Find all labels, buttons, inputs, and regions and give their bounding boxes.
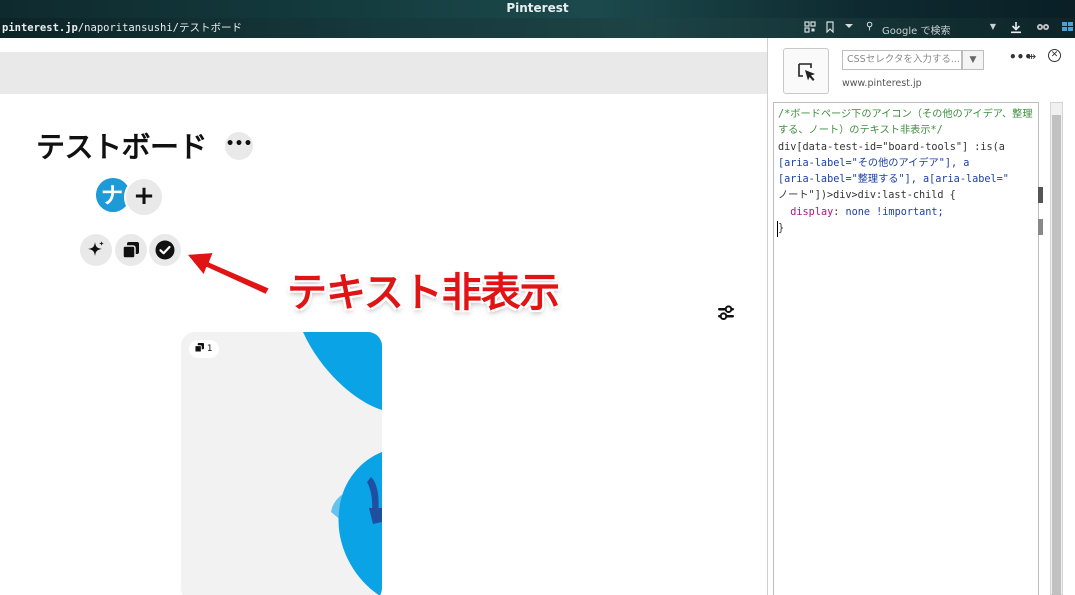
annotation-label: テキスト非表示: [287, 270, 560, 316]
pin-count: 1: [206, 344, 213, 354]
window-titlebar: Pinterest: [0, 0, 1075, 18]
add-collaborator-button[interactable]: +: [124, 177, 164, 217]
annotation-arrow: [185, 251, 271, 296]
filter-button[interactable]: [714, 301, 738, 325]
pin-card[interactable]: 1: [181, 332, 382, 595]
search-dropdown-icon[interactable]: ▼: [990, 22, 996, 31]
vertical-scrollbar[interactable]: [1050, 102, 1063, 595]
board-more-button[interactable]: •••: [225, 132, 253, 160]
selector-dropdown-button[interactable]: ▼: [962, 50, 984, 70]
pinterest-page: テストボード ••• ナ + テキスト非表示 1: [0, 38, 767, 595]
notes-button[interactable]: [149, 234, 181, 266]
page-header-band: [0, 52, 767, 94]
sparkle-icon: [88, 241, 104, 256]
url-host: pinterest.jp: [2, 22, 78, 34]
window-title: Pinterest: [506, 1, 569, 15]
apps-grid-icon[interactable]: [1061, 21, 1075, 35]
code-close-brace: }: [777, 221, 784, 238]
bookmark-icon[interactable]: [823, 21, 837, 35]
organize-button[interactable]: [115, 234, 147, 266]
pin-count-badge: 1: [189, 340, 219, 358]
browser-toolbar: pinterest.jp/naporitansushi/テストボード ⚲ Goo…: [0, 18, 1075, 38]
code-property: display: [790, 206, 834, 218]
css-editor-panel: CSSセレクタを入力する... ▼ www.pinterest.jp ••• ⇹…: [767, 38, 1075, 595]
page-title: テストボード: [36, 130, 208, 164]
avatar-initial: ナ: [101, 184, 123, 209]
pin-image: [181, 332, 382, 595]
code-line-1: div[data-test-id="board-tools"] :is(a: [778, 141, 1005, 153]
search-box[interactable]: ⚲ Google で検索 ▼: [862, 20, 998, 37]
code-comment: /*ボードページ下のアイコン（その他のアイデア、整理する、ノート）のテキスト非表…: [778, 109, 1033, 137]
target-domain: www.pinterest.jp: [842, 78, 922, 89]
chevron-down-icon[interactable]: [842, 21, 856, 35]
css-selector-input[interactable]: CSSセレクタを入力する...: [842, 50, 962, 70]
extension-icon[interactable]: [1036, 21, 1050, 35]
more-ideas-button[interactable]: [80, 234, 112, 266]
code-line-2: [aria-label="その他のアイデア"], a: [778, 157, 970, 169]
qr-code-icon[interactable]: [803, 21, 817, 35]
cursor-select-icon: [798, 63, 815, 81]
address-bar[interactable]: pinterest.jp/naporitansushi/テストボード: [2, 20, 242, 35]
check-circle-icon: [155, 240, 175, 260]
sliders-icon: [718, 305, 734, 320]
copy-icon: [194, 343, 204, 353]
search-icon: ⚲: [866, 21, 874, 32]
url-path: /naporitansushi/テストボード: [77, 22, 243, 34]
code-minimap: [1038, 102, 1044, 595]
code-line-3: [aria-label="整理する"], a[aria-label=": [778, 174, 1009, 186]
css-code-editor[interactable]: /*ボードページ下のアイコン（その他のアイデア、整理する、ノート）のテキスト非表…: [773, 102, 1039, 595]
download-icon[interactable]: [1009, 21, 1023, 35]
copy-icon: [122, 242, 139, 259]
search-input[interactable]: Google で検索: [882, 22, 950, 37]
close-icon[interactable]: ✕: [1048, 49, 1061, 62]
element-picker-button[interactable]: [783, 48, 829, 94]
code-content[interactable]: /*ボードページ下のアイコン（その他のアイデア、整理する、ノート）のテキスト非表…: [777, 107, 1034, 238]
code-value: none !important;: [845, 206, 944, 218]
scrollbar-thumb[interactable]: [1052, 115, 1061, 595]
resize-icon[interactable]: ⇹: [1027, 50, 1036, 63]
code-line-4: ノート"])>div>div:last-child {: [778, 190, 956, 202]
